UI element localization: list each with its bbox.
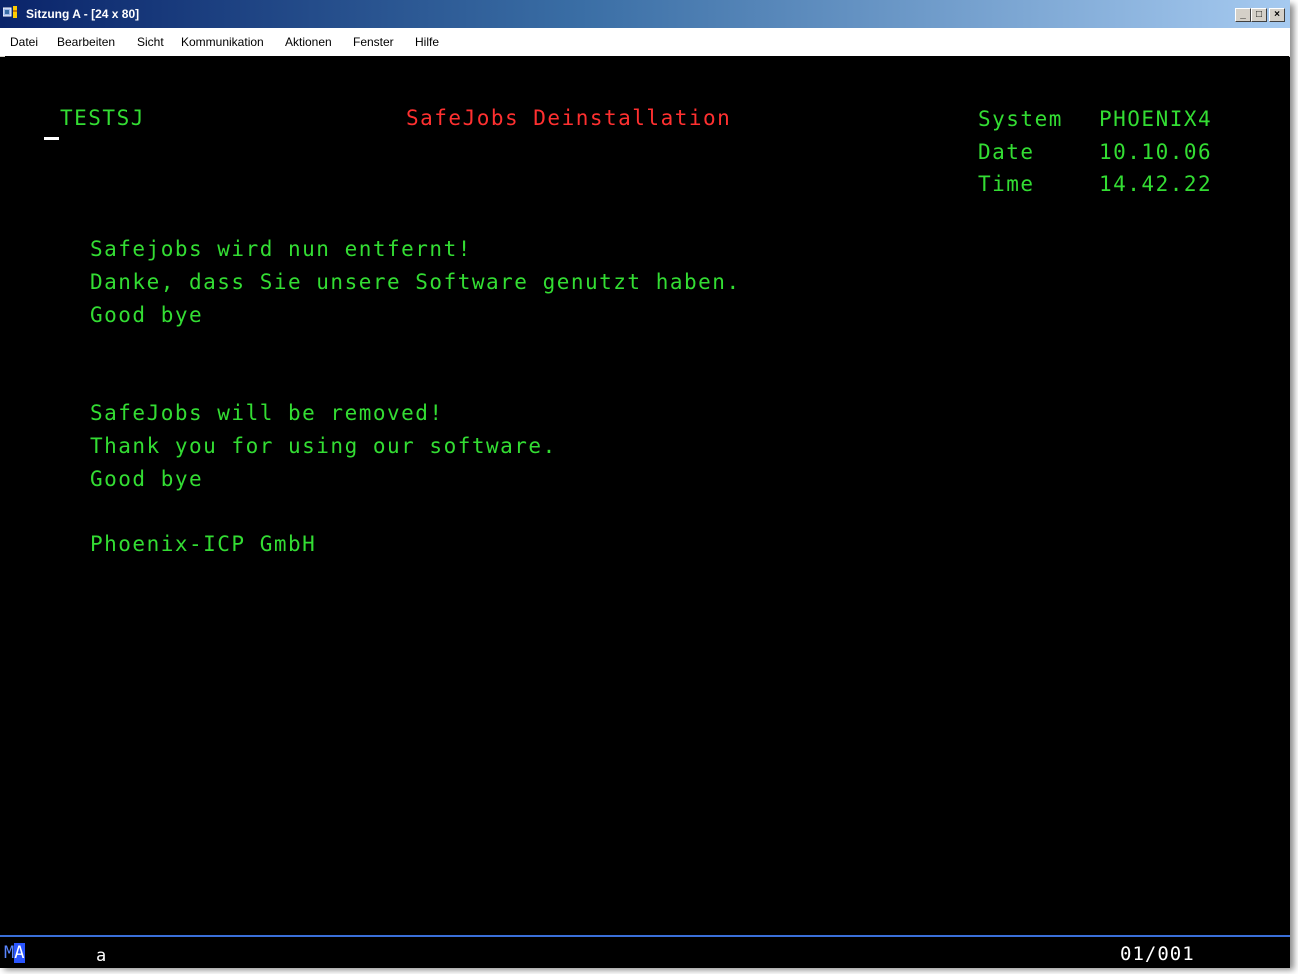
session-indicator: MA bbox=[4, 943, 25, 963]
message-line: Danke, dass Sie unsere Software genutzt … bbox=[90, 270, 741, 294]
date-label: Date bbox=[978, 140, 1035, 164]
terminal-screen[interactable]: TESTSJ SafeJobs Deinstallation System PH… bbox=[5, 56, 1289, 935]
message-line: Good bye bbox=[90, 467, 204, 491]
message-line: Thank you for using our software. bbox=[90, 434, 557, 458]
menu-kommunikation[interactable]: Kommunikation bbox=[181, 35, 264, 49]
maximize-button[interactable]: □ bbox=[1251, 8, 1267, 22]
terminal-window: Sitzung A - [24 x 80] _ □ × Datei Bearbe… bbox=[0, 0, 1290, 968]
date-value: 10.10.06 bbox=[1099, 140, 1213, 164]
menu-aktionen[interactable]: Aktionen bbox=[285, 35, 332, 49]
program-name: TESTSJ bbox=[60, 106, 145, 130]
menu-fenster[interactable]: Fenster bbox=[353, 35, 394, 49]
company-name: Phoenix-ICP GmbH bbox=[90, 532, 317, 556]
title-bar[interactable]: Sitzung A - [24 x 80] _ □ × bbox=[0, 0, 1290, 28]
text-cursor bbox=[44, 137, 59, 140]
menu-sicht[interactable]: Sicht bbox=[137, 35, 164, 49]
menu-bearbeiten[interactable]: Bearbeiten bbox=[57, 35, 115, 49]
window-title: Sitzung A - [24 x 80] bbox=[26, 7, 140, 21]
cursor-position: 01/001 bbox=[1120, 943, 1195, 965]
input-indicator: a bbox=[96, 946, 107, 966]
message-line: Good bye bbox=[90, 303, 204, 327]
screen-title: SafeJobs Deinstallation bbox=[406, 106, 732, 130]
indicator-m: M bbox=[4, 943, 15, 963]
close-button[interactable]: × bbox=[1269, 8, 1285, 22]
app-icon[interactable] bbox=[3, 6, 19, 20]
minimize-button[interactable]: _ bbox=[1235, 8, 1251, 22]
menu-datei[interactable]: Datei bbox=[10, 35, 38, 49]
status-bar: MA a 01/001 bbox=[0, 935, 1290, 968]
message-line: Safejobs wird nun entfernt! bbox=[90, 237, 472, 261]
system-label: System bbox=[978, 107, 1063, 131]
system-value: PHOENIX4 bbox=[1099, 107, 1213, 131]
time-value: 14.42.22 bbox=[1099, 172, 1213, 196]
message-line: SafeJobs will be removed! bbox=[90, 401, 444, 425]
indicator-a: A bbox=[14, 943, 25, 963]
menu-bar: Datei Bearbeiten Sicht Kommunikation Akt… bbox=[0, 28, 1290, 57]
time-label: Time bbox=[978, 172, 1035, 196]
menu-hilfe[interactable]: Hilfe bbox=[415, 35, 439, 49]
